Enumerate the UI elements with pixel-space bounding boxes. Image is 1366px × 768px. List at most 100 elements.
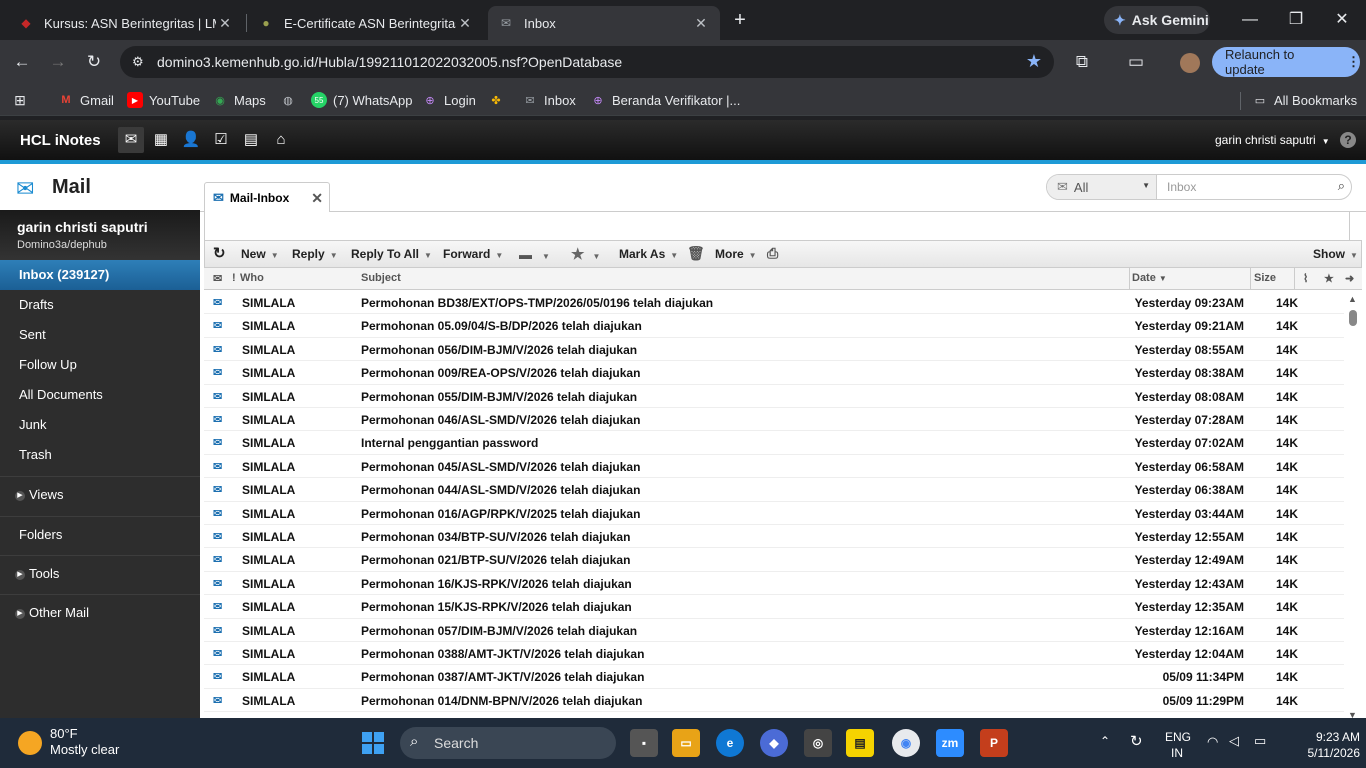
nav-trash[interactable]: Trash bbox=[0, 440, 200, 470]
close-tab-icon[interactable]: ✕ bbox=[216, 15, 234, 32]
address-bar[interactable]: ⚙ domino3.kemenhub.go.id/Hubla/199211012… bbox=[120, 46, 1054, 78]
nav-drafts[interactable]: Drafts bbox=[0, 290, 200, 320]
help-icon[interactable]: ? bbox=[1340, 132, 1356, 148]
mail-app-icon[interactable]: ✉ bbox=[118, 127, 144, 153]
taskbar-search[interactable]: ⌕ Search bbox=[400, 727, 616, 759]
bookmark-inbox[interactable]: ✉ Inbox bbox=[522, 92, 575, 108]
url-text[interactable]: domino3.kemenhub.go.id/Hubla/19921101202… bbox=[157, 54, 622, 70]
importance-column-icon[interactable]: ! bbox=[232, 272, 236, 284]
column-who[interactable]: Who bbox=[240, 272, 264, 284]
back-button[interactable]: ← bbox=[10, 50, 34, 74]
nav-follow-up[interactable]: Follow Up bbox=[0, 350, 200, 380]
reload-button[interactable]: ↻ bbox=[82, 50, 106, 74]
select-all-envelope-icon[interactable]: ✉ bbox=[213, 272, 222, 285]
battery-icon[interactable]: ▭ bbox=[1254, 733, 1266, 749]
section-other-mail[interactable]: ▶ Other Mail bbox=[0, 594, 200, 630]
contacts-app-icon[interactable]: 👤 bbox=[178, 127, 204, 153]
print-icon[interactable]: ⎙ bbox=[767, 245, 778, 262]
ask-gemini-button[interactable]: ✦ Ask Gemini bbox=[1104, 6, 1210, 34]
profile-avatar[interactable] bbox=[1178, 50, 1202, 74]
bookmark-gmail[interactable]: M Gmail bbox=[58, 92, 114, 108]
table-row[interactable]: ✉ SIMLALA Permohonan 0388/AMT-JKT/V/2026 t… bbox=[204, 642, 1344, 666]
bookmark-pinwheel[interactable]: ✤ bbox=[488, 92, 510, 108]
more-button[interactable]: More ▼ bbox=[715, 247, 757, 261]
tray-overflow-icon[interactable]: ⌃ bbox=[1100, 734, 1110, 748]
table-row[interactable]: ✉ SIMLALA Permohonan 014/DNM-BPN/V/2026 te… bbox=[204, 689, 1344, 713]
mark-as-button[interactable]: Mark As ▼ bbox=[619, 247, 678, 261]
nav-all-documents[interactable]: All Documents bbox=[0, 380, 200, 410]
column-size[interactable]: Size bbox=[1254, 272, 1276, 284]
table-row[interactable]: ✉ SIMLALA Permohonan 05.09/04/S-B/DP/2026 … bbox=[204, 314, 1344, 338]
close-tab-icon[interactable]: ✕ bbox=[692, 15, 710, 32]
todo-app-icon[interactable]: ☑ bbox=[208, 127, 234, 153]
chrome-icon[interactable]: ◉ bbox=[892, 729, 920, 757]
powerpoint-icon[interactable]: P bbox=[980, 729, 1008, 757]
table-row[interactable]: ✉ SIMLALA Permohonan 016/AGP/RPK/V/2025 te… bbox=[204, 502, 1344, 525]
zoom-app-icon[interactable]: zm bbox=[936, 729, 964, 757]
bookmark-globe[interactable]: ◍ bbox=[280, 92, 302, 108]
input-language[interactable]: ENG bbox=[1165, 730, 1191, 744]
star-column-icon[interactable]: ★ bbox=[1324, 272, 1334, 285]
edge-browser-icon[interactable]: e bbox=[716, 729, 744, 757]
close-window-button[interactable]: ✕ bbox=[1330, 8, 1354, 32]
attachment-column-icon[interactable]: ⌇ bbox=[1303, 272, 1308, 285]
arrow-right-icon[interactable]: ➜ bbox=[1345, 272, 1354, 285]
close-tab-icon[interactable]: ✕ bbox=[456, 15, 474, 32]
scroll-up-icon[interactable]: ▲ bbox=[1348, 294, 1357, 304]
trash-icon[interactable]: 🗑 bbox=[687, 245, 705, 262]
relaunch-button[interactable]: Relaunch to update ⋮ bbox=[1212, 47, 1360, 77]
bookmark-star-icon[interactable]: ★ bbox=[1026, 51, 1042, 72]
table-row[interactable]: ✉ SIMLALA Permohonan 021/BTP-SU/V/2026 tel… bbox=[204, 548, 1344, 572]
sticky-notes-icon[interactable]: ▤ bbox=[846, 729, 874, 757]
taskbar-app-icon[interactable]: ▪ bbox=[630, 729, 658, 757]
section-folders[interactable]: Folders bbox=[0, 516, 200, 552]
new-button[interactable]: New ▼ bbox=[241, 247, 279, 261]
clock-time[interactable]: 9:23 AM bbox=[1308, 730, 1360, 744]
column-subject[interactable]: Subject bbox=[361, 272, 401, 284]
table-row[interactable]: ✉ SIMLALA Permohonan 044/ASL-SMD/V/2026 te… bbox=[204, 478, 1344, 502]
clock-date[interactable]: 5/11/2026 bbox=[1290, 746, 1361, 760]
calendar-app-icon[interactable]: ▦ bbox=[148, 127, 174, 153]
move-to-folder-button[interactable]: ▬ ▼ bbox=[519, 247, 550, 262]
start-button[interactable] bbox=[362, 732, 384, 754]
table-row[interactable]: ✉ SIMLALA Permohonan 15/KJS-RPK/V/2026 tel… bbox=[204, 595, 1344, 619]
close-tab-icon[interactable]: ✕ bbox=[311, 190, 323, 207]
column-date[interactable]: Date ▼ bbox=[1132, 272, 1167, 284]
browser-tab-inbox[interactable]: ✉ Inbox ✕ bbox=[488, 6, 720, 40]
browser-tab-lms[interactable]: ◆ Kursus: ASN Berintegritas | LMS ✕ bbox=[8, 6, 244, 40]
bookmark-youtube[interactable]: ▶ YouTube bbox=[127, 92, 200, 108]
notebook-app-icon[interactable]: ▤ bbox=[238, 127, 264, 153]
forward-button[interactable]: → bbox=[46, 50, 70, 74]
table-row[interactable]: ✉ SIMLALA Permohonan 0387/AMT-JKT/V/2026 t… bbox=[204, 665, 1344, 689]
nav-sent[interactable]: Sent bbox=[0, 320, 200, 350]
table-row[interactable]: ✉ SIMLALA Permohonan 055/DIM-BJM/V/2026 te… bbox=[204, 385, 1344, 408]
apps-grid-icon[interactable]: ⊞ bbox=[12, 92, 34, 108]
table-row[interactable]: ✉ SIMLALA Internal penggantian password Yes… bbox=[204, 431, 1344, 455]
table-row[interactable]: ✉ SIMLALA Permohonan 16/KJS-RPK/V/2026 tel… bbox=[204, 572, 1344, 596]
star-button[interactable]: ★ ▼ bbox=[571, 245, 600, 263]
bookmark-whatsapp[interactable]: 55 (7) WhatsApp bbox=[311, 92, 412, 108]
search-icon[interactable]: ⌕ bbox=[1338, 178, 1345, 194]
cast-icon[interactable]: ▭ bbox=[1124, 50, 1148, 74]
table-row[interactable]: ✉ SIMLALA Permohonan 034/BTP-SU/V/2026 tel… bbox=[204, 525, 1344, 549]
user-menu[interactable]: garin christi saputri ▼ bbox=[1215, 133, 1330, 147]
new-tab-button[interactable]: + bbox=[728, 8, 752, 32]
bookmark-beranda[interactable]: ⊕ Beranda Verifikator |... bbox=[590, 92, 740, 108]
search-scope-select[interactable]: ✉ All ▼ bbox=[1047, 175, 1157, 199]
table-row[interactable]: ✉ SIMLALA Permohonan BD38/EXT/OPS-TMP/2026… bbox=[204, 291, 1344, 315]
reply-button[interactable]: Reply ▼ bbox=[292, 247, 338, 261]
show-button[interactable]: Show ▼ bbox=[1313, 247, 1358, 261]
table-row[interactable]: ✉ SIMLALA Permohonan 045/ASL-SMD/V/2026 te… bbox=[204, 455, 1344, 479]
minimize-window-button[interactable]: — bbox=[1238, 8, 1262, 32]
all-bookmarks[interactable]: ▭ All Bookmarks bbox=[1252, 92, 1357, 108]
table-row[interactable]: ✉ SIMLALA Permohonan 057/DIM-BJM/V/2026 te… bbox=[204, 619, 1344, 642]
forward-button[interactable]: Forward ▼ bbox=[443, 247, 503, 261]
table-row[interactable]: ✉ SIMLALA Permohonan 056/DIM-BJM/V/2026 te… bbox=[204, 338, 1344, 362]
nav-junk[interactable]: Junk bbox=[0, 410, 200, 440]
volume-icon[interactable]: ◁ bbox=[1229, 733, 1239, 749]
site-info-icon[interactable]: ⚙ bbox=[132, 54, 144, 70]
restore-window-button[interactable]: ❐ bbox=[1284, 8, 1308, 32]
vertical-scrollbar[interactable]: ▲ ▼ bbox=[1346, 294, 1360, 720]
bookmark-maps[interactable]: ◉ Maps bbox=[212, 92, 266, 108]
input-language-sub[interactable]: IN bbox=[1171, 746, 1183, 760]
